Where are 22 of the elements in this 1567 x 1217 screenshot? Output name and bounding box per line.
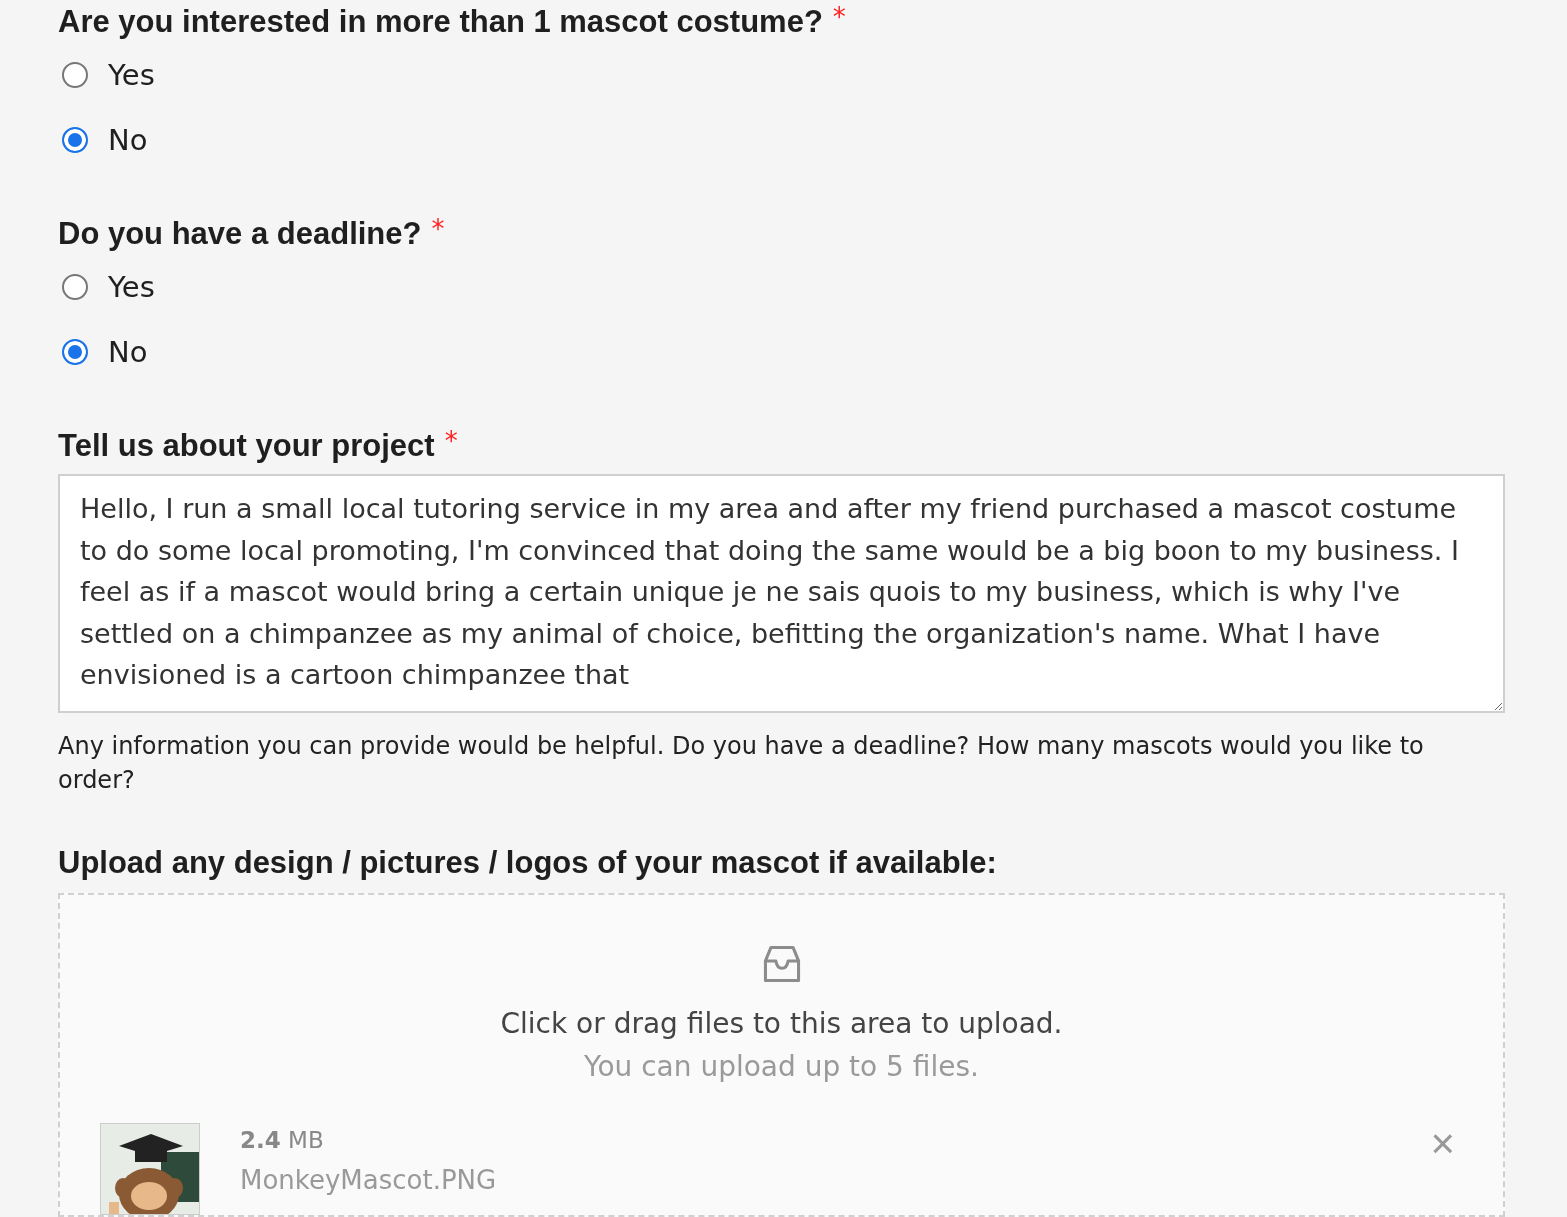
option-label[interactable]: Yes [108,269,155,304]
question-label: Tell us about your project [58,427,435,465]
file-size: 2.4 MB [240,1127,325,1153]
option-label[interactable]: Yes [108,57,155,92]
upload-area[interactable]: Click or drag files to this area to upload. You can upload up to 5 files. 2.4 MB MonkeyMascot.PNG × [58,893,1505,1217]
required-mark: * [444,426,458,456]
option-label[interactable]: No [108,122,148,157]
project-text-field[interactable]: Hello, I run a small local tutoring service in my area and after my friend purchased a mascot costume to do some local promoting, I'm convinced that doing the same would be a big boon to my business. I feel as if a mascot would bring a certain unique je ne sais quois to my business, which is why I've settled on a chimpanzee as my animal of choice, befitting the organization's name. What I have envisioned is a cartoon chimpanzee that [58,474,1505,713]
upload-limit: You can upload up to 5 files. [584,1050,979,1083]
required-mark: * [431,214,445,244]
question-label: Do you have a deadline? [58,215,422,253]
help-text: Any information you can provide would be helpful. Do you have a deadline? How many mascots would you like to order? [58,731,1425,796]
upload-hint: Click or drag files to this area to upload. [500,1007,1063,1040]
required-mark: * [832,2,846,32]
radio-button[interactable] [62,273,88,300]
radio-button[interactable] [62,61,88,88]
option-label[interactable]: No [108,334,148,369]
radio-button[interactable] [62,338,88,365]
question-label: Upload any design / pictures / logos of your mascot if available: [58,844,997,882]
file-name: MonkeyMascot.PNG [240,1165,498,1195]
question-label: Are you interested in more than 1 mascot costume? [58,3,823,41]
radio-button[interactable] [62,126,88,153]
